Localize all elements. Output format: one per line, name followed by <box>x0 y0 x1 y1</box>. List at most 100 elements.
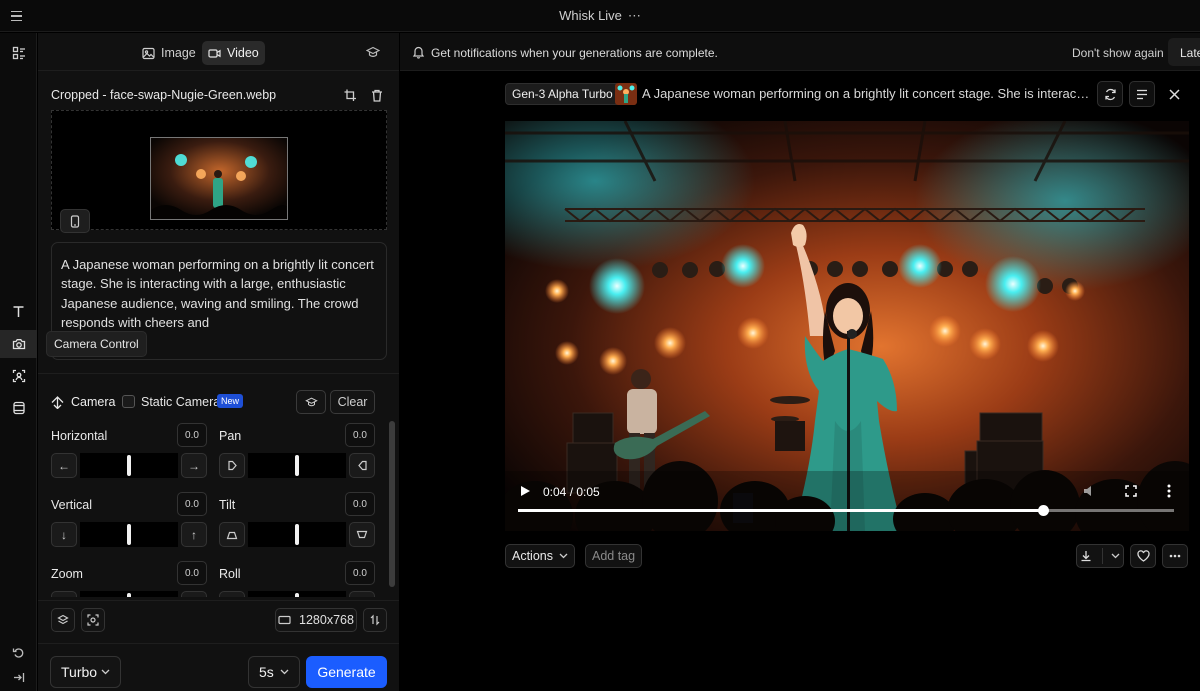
generate-bar: Turbo 5s Generate <box>38 643 399 691</box>
tab-video-label: Video <box>227 46 259 60</box>
video-progress-knob[interactable] <box>1037 505 1049 516</box>
tilt-value[interactable]: 0.0 <box>345 492 375 516</box>
vertical-slider[interactable]: ↓ ↑ <box>51 522 207 547</box>
focus-icon[interactable] <box>81 608 105 632</box>
model-dropdown[interactable]: Turbo <box>50 656 121 688</box>
tilt-slider[interactable] <box>219 522 375 547</box>
learn-icon <box>304 397 318 407</box>
roll-slider[interactable] <box>219 591 375 597</box>
zoom-thumb[interactable] <box>127 593 131 597</box>
layers-icon[interactable] <box>51 608 75 632</box>
crop-icon[interactable] <box>341 86 359 104</box>
video-icon <box>208 48 221 58</box>
more-horizontal-icon[interactable] <box>1162 544 1188 568</box>
pan-value[interactable]: 0.0 <box>345 423 375 447</box>
zoom-value[interactable]: 0.0 <box>177 561 207 585</box>
vertical-thumb[interactable] <box>127 524 131 545</box>
arrow-down-icon[interactable]: ↓ <box>51 522 77 547</box>
download-button[interactable] <box>1076 544 1124 568</box>
actions-dropdown[interactable]: Actions <box>505 544 575 568</box>
details-icon[interactable] <box>1129 81 1155 107</box>
vertical-value[interactable]: 0.0 <box>177 492 207 516</box>
undo-icon[interactable] <box>0 638 37 666</box>
scrollbar-thumb[interactable] <box>389 421 395 587</box>
vertical-track[interactable] <box>80 522 178 547</box>
swap-orientation-icon[interactable] <box>363 608 387 632</box>
text-tool-icon[interactable] <box>0 297 37 325</box>
more-vertical-icon[interactable] <box>1167 484 1171 501</box>
play-icon[interactable] <box>519 485 531 497</box>
output-tools: 1280x768 <box>51 608 387 632</box>
horizontal-slider[interactable]: ← → <box>51 453 207 478</box>
app-title: Whisk Live ⋯ <box>0 8 1200 24</box>
clear-button[interactable]: Clear <box>330 390 375 414</box>
tab-image[interactable]: Image <box>136 41 202 65</box>
favorite-icon[interactable] <box>1130 544 1156 568</box>
dont-show-again-link[interactable]: Don't show again <box>1072 46 1164 60</box>
roll-thumb[interactable] <box>295 593 299 597</box>
arrow-up-icon[interactable]: ↑ <box>181 522 207 547</box>
close-icon[interactable] <box>1161 81 1187 107</box>
video-player[interactable]: 0:04 / 0:05 <box>505 121 1189 531</box>
tilt-thumb[interactable] <box>295 524 299 545</box>
horizontal-thumb[interactable] <box>127 455 131 476</box>
horizontal-track[interactable] <box>80 453 178 478</box>
left-rail <box>0 33 37 691</box>
tab-video[interactable]: Video <box>202 41 265 65</box>
video-frame <box>505 121 1189 531</box>
fullscreen-icon[interactable] <box>1125 485 1137 500</box>
model-tag: Gen-3 Alpha Turbo <box>505 83 620 105</box>
horizontal-value[interactable]: 0.0 <box>177 423 207 447</box>
roll-value[interactable]: 0.0 <box>345 561 375 585</box>
learn-icon[interactable] <box>365 45 384 61</box>
video-actions: Actions Add tag <box>505 544 1189 570</box>
camera-control-icon[interactable] <box>0 330 37 358</box>
static-camera-label: Static Camera <box>141 395 221 409</box>
layout-icon[interactable] <box>0 39 37 67</box>
trash-icon[interactable] <box>368 86 386 104</box>
arrow-right-icon[interactable]: → <box>181 453 207 478</box>
roll-left-icon[interactable] <box>219 591 245 597</box>
source-image-dropzone[interactable] <box>51 110 387 230</box>
generate-button[interactable]: Generate <box>306 656 387 688</box>
chevron-down-icon <box>280 669 289 675</box>
pan-thumb[interactable] <box>295 455 299 476</box>
chevron-down-icon <box>101 669 110 675</box>
mobile-icon[interactable] <box>60 209 90 233</box>
tilt-track[interactable] <box>248 522 346 547</box>
chevron-down-icon <box>1109 553 1123 559</box>
tab-image-label: Image <box>161 46 196 60</box>
tilt-up-icon[interactable] <box>219 522 245 547</box>
tilt-down-icon[interactable] <box>349 522 375 547</box>
app-more-icon[interactable]: ⋯ <box>628 8 641 23</box>
static-camera-checkbox[interactable] <box>122 395 135 408</box>
panel-scrollbar[interactable] <box>388 383 396 623</box>
add-tag-button[interactable]: Add tag <box>585 544 643 568</box>
video-progress[interactable] <box>518 505 1174 516</box>
pan-left-icon[interactable] <box>219 453 245 478</box>
arrow-left-icon[interactable]: ← <box>51 453 77 478</box>
roll-track[interactable] <box>248 591 346 597</box>
later-button[interactable]: Later <box>1168 38 1200 66</box>
pan-right-icon[interactable] <box>349 453 375 478</box>
notification-banner: Get notifications when your generations … <box>400 33 1200 71</box>
roll-right-icon[interactable] <box>349 591 375 597</box>
frames-icon[interactable] <box>0 394 37 422</box>
duration-dropdown[interactable]: 5s <box>248 656 300 688</box>
face-swap-icon[interactable] <box>0 362 37 390</box>
aspect-ratio-icon <box>278 615 291 625</box>
roll-label: Roll <box>219 567 241 581</box>
pan-slider[interactable] <box>219 453 375 478</box>
pan-track[interactable] <box>248 453 346 478</box>
volume-icon[interactable] <box>1083 485 1097 500</box>
zoom-slider[interactable] <box>51 591 207 597</box>
expand-icon[interactable] <box>0 663 37 691</box>
regenerate-icon[interactable] <box>1097 81 1123 107</box>
zoom-track[interactable] <box>80 591 178 597</box>
zoom-out-icon[interactable] <box>51 591 77 597</box>
zoom-in-icon[interactable] <box>181 591 207 597</box>
video-header: Gen-3 Alpha Turbo A Japanese woman perfo… <box>505 81 1189 109</box>
actions-label: Actions <box>512 549 553 563</box>
resolution-button[interactable]: 1280x768 <box>275 608 357 632</box>
camera-learn-button[interactable] <box>296 390 326 414</box>
